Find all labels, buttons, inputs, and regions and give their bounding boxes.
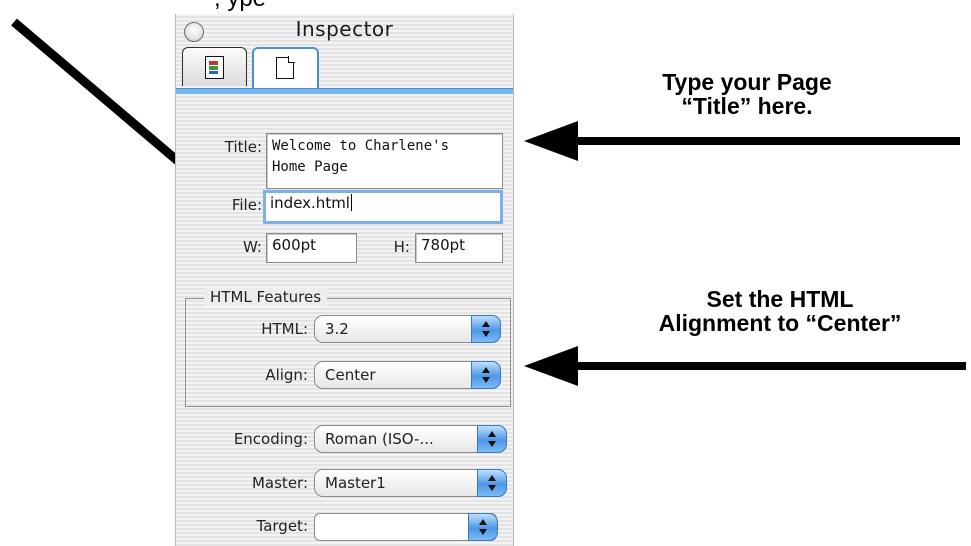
html-version-popup[interactable]: 3.2 xyxy=(314,315,501,343)
master-popup[interactable]: Master1 xyxy=(314,469,507,497)
file-name-field[interactable]: index.html xyxy=(263,190,503,224)
target-label: Target: xyxy=(256,517,308,535)
title-annotation-line2: “Title” here. xyxy=(681,93,813,119)
encoding-label: Encoding: xyxy=(233,430,308,448)
popup-arrows-icon xyxy=(471,315,501,343)
window-title: Inspector xyxy=(295,17,394,41)
html-features-title: HTML Features xyxy=(204,288,328,306)
tab-site[interactable] xyxy=(182,47,247,86)
title-field-line2: Home Page xyxy=(272,159,348,175)
height-label: H: xyxy=(393,238,410,256)
width-field[interactable]: 600pt xyxy=(266,233,357,263)
inspector-titlebar[interactable]: Inspector xyxy=(176,14,513,44)
html-version-value: 3.2 xyxy=(325,320,349,338)
popup-arrows-icon xyxy=(468,513,498,541)
html-version-label: HTML: xyxy=(261,320,308,338)
file-label: File: xyxy=(231,196,262,214)
popup-arrows-icon xyxy=(477,469,507,497)
align-annotation-line1: Set the HTML xyxy=(706,286,854,312)
tab-divider xyxy=(176,88,513,94)
colored-page-icon xyxy=(205,56,224,79)
target-popup[interactable] xyxy=(314,513,498,541)
align-popup[interactable]: Center xyxy=(314,361,501,389)
title-label: Title: xyxy=(224,138,262,156)
popup-arrows-icon xyxy=(471,361,501,389)
file-name-value: index.html xyxy=(270,194,350,212)
text-caret xyxy=(350,194,352,211)
master-label: Master: xyxy=(251,474,308,492)
title-field-line1: Welcome to Charlene's xyxy=(272,138,450,154)
title-field[interactable]: Welcome to Charlene's Home Page xyxy=(266,133,503,189)
inspector-window: Inspector Title: Welcome to Charlene's H… xyxy=(175,14,514,546)
align-pointer-arrow xyxy=(524,346,966,386)
encoding-value: Roman (ISO-... xyxy=(325,430,434,448)
blank-page-icon xyxy=(276,56,295,79)
tab-page[interactable] xyxy=(252,47,319,93)
encoding-popup[interactable]: Roman (ISO-... xyxy=(314,425,507,453)
popup-arrows-icon xyxy=(477,425,507,453)
align-annotation: Set the HTML Alignment to “Center” xyxy=(590,287,970,335)
width-label: W: xyxy=(242,238,262,256)
align-label: Align: xyxy=(265,366,308,384)
title-annotation: Type your Page “Title” here. xyxy=(606,70,888,118)
title-annotation-line1: Type your Page xyxy=(662,69,832,95)
align-annotation-line2: Alignment to “Center” xyxy=(658,310,902,336)
title-pointer-arrow xyxy=(524,121,960,161)
master-value: Master1 xyxy=(325,474,386,492)
height-field[interactable]: 780pt xyxy=(415,233,503,263)
align-value: Center xyxy=(325,366,376,384)
